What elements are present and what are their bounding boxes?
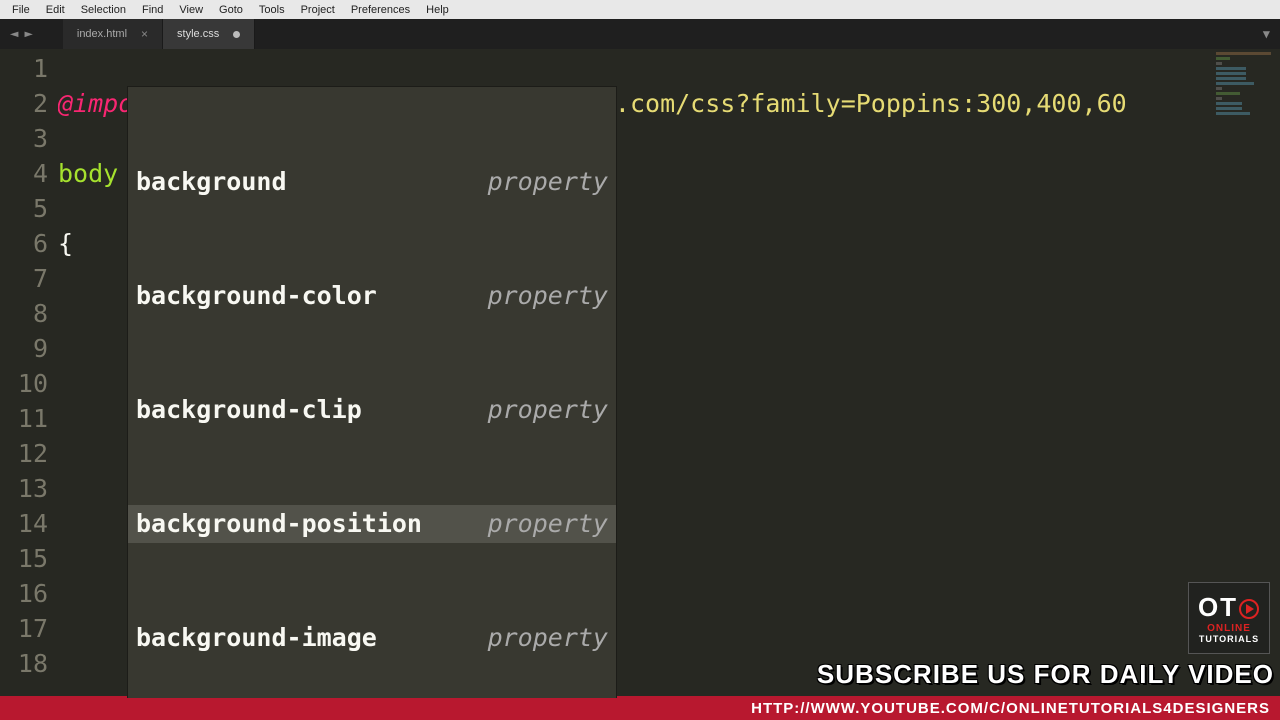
tab-label: style.css: [177, 28, 219, 40]
minimap[interactable]: [1216, 52, 1276, 172]
play-circle-icon: [1238, 598, 1260, 620]
menu-goto[interactable]: Goto: [211, 4, 251, 16]
line-number: 11: [0, 401, 48, 436]
autocomplete-item[interactable]: background-clipproperty: [128, 391, 616, 429]
menu-project[interactable]: Project: [293, 4, 343, 16]
line-number: 4: [0, 156, 48, 191]
tab-style-css[interactable]: style.css: [163, 19, 255, 49]
autocomplete-item[interactable]: background-imageproperty: [128, 619, 616, 657]
menu-selection[interactable]: Selection: [73, 4, 134, 16]
autocomplete-popup[interactable]: backgroundproperty background-colorprope…: [127, 86, 617, 698]
line-number: 17: [0, 611, 48, 646]
menu-edit[interactable]: Edit: [38, 4, 73, 16]
close-icon[interactable]: ×: [141, 27, 148, 41]
tab-index-html[interactable]: index.html ×: [63, 19, 163, 49]
url-overlay: HTTP://WWW.YOUTUBE.COM/C/ONLINETUTORIALS…: [0, 696, 1280, 720]
code-brace: {: [58, 229, 73, 258]
line-number: 18: [0, 646, 48, 681]
line-number: 6: [0, 226, 48, 261]
line-number: 12: [0, 436, 48, 471]
line-number: 7: [0, 261, 48, 296]
menu-preferences[interactable]: Preferences: [343, 4, 418, 16]
line-number: 2: [0, 86, 48, 121]
tab-label: index.html: [77, 28, 127, 40]
nav-forward-icon[interactable]: ►: [24, 26, 32, 42]
menu-tools[interactable]: Tools: [251, 4, 293, 16]
menu-help[interactable]: Help: [418, 4, 457, 16]
line-number: 14: [0, 506, 48, 541]
line-number: 1: [0, 51, 48, 86]
code-selector: body: [58, 159, 118, 188]
line-number: 5: [0, 191, 48, 226]
dirty-indicator-icon: [233, 31, 240, 38]
line-gutter: 1 2 3 4 5 6 7 8 9 10 11 12 13 14 15 16 1…: [0, 49, 58, 698]
autocomplete-item-selected[interactable]: background-positionproperty: [128, 505, 616, 543]
autocomplete-item[interactable]: background-colorproperty: [128, 277, 616, 315]
code-area[interactable]: @import url('https://fonts.googleapis.co…: [58, 49, 1280, 698]
watermark-logo: OT: [1198, 592, 1260, 623]
watermark-line2: TUTORIALS: [1199, 634, 1259, 644]
menu-file[interactable]: File: [4, 4, 38, 16]
line-number: 8: [0, 296, 48, 331]
autocomplete-item[interactable]: backgroundproperty: [128, 163, 616, 201]
watermark-line1: ONLINE: [1207, 623, 1251, 634]
nav-arrows: ◄ ►: [0, 26, 43, 42]
subscribe-overlay: SUBSCRIBE US FOR DAILY VIDEO: [817, 659, 1274, 690]
tab-bar: ◄ ► index.html × style.css ▼: [0, 19, 1280, 49]
menubar: File Edit Selection Find View Goto Tools…: [0, 0, 1280, 19]
line-number: 9: [0, 331, 48, 366]
panes-dropdown-icon[interactable]: ▼: [1263, 27, 1270, 41]
line-number: 13: [0, 471, 48, 506]
menu-find[interactable]: Find: [134, 4, 171, 16]
line-number: 16: [0, 576, 48, 611]
nav-back-icon[interactable]: ◄: [10, 26, 18, 42]
line-number: 15: [0, 541, 48, 576]
line-number: 10: [0, 366, 48, 401]
channel-watermark: OT ONLINE TUTORIALS: [1188, 582, 1270, 654]
editor[interactable]: 1 2 3 4 5 6 7 8 9 10 11 12 13 14 15 16 1…: [0, 49, 1280, 698]
line-number: 3: [0, 121, 48, 156]
menu-view[interactable]: View: [171, 4, 211, 16]
